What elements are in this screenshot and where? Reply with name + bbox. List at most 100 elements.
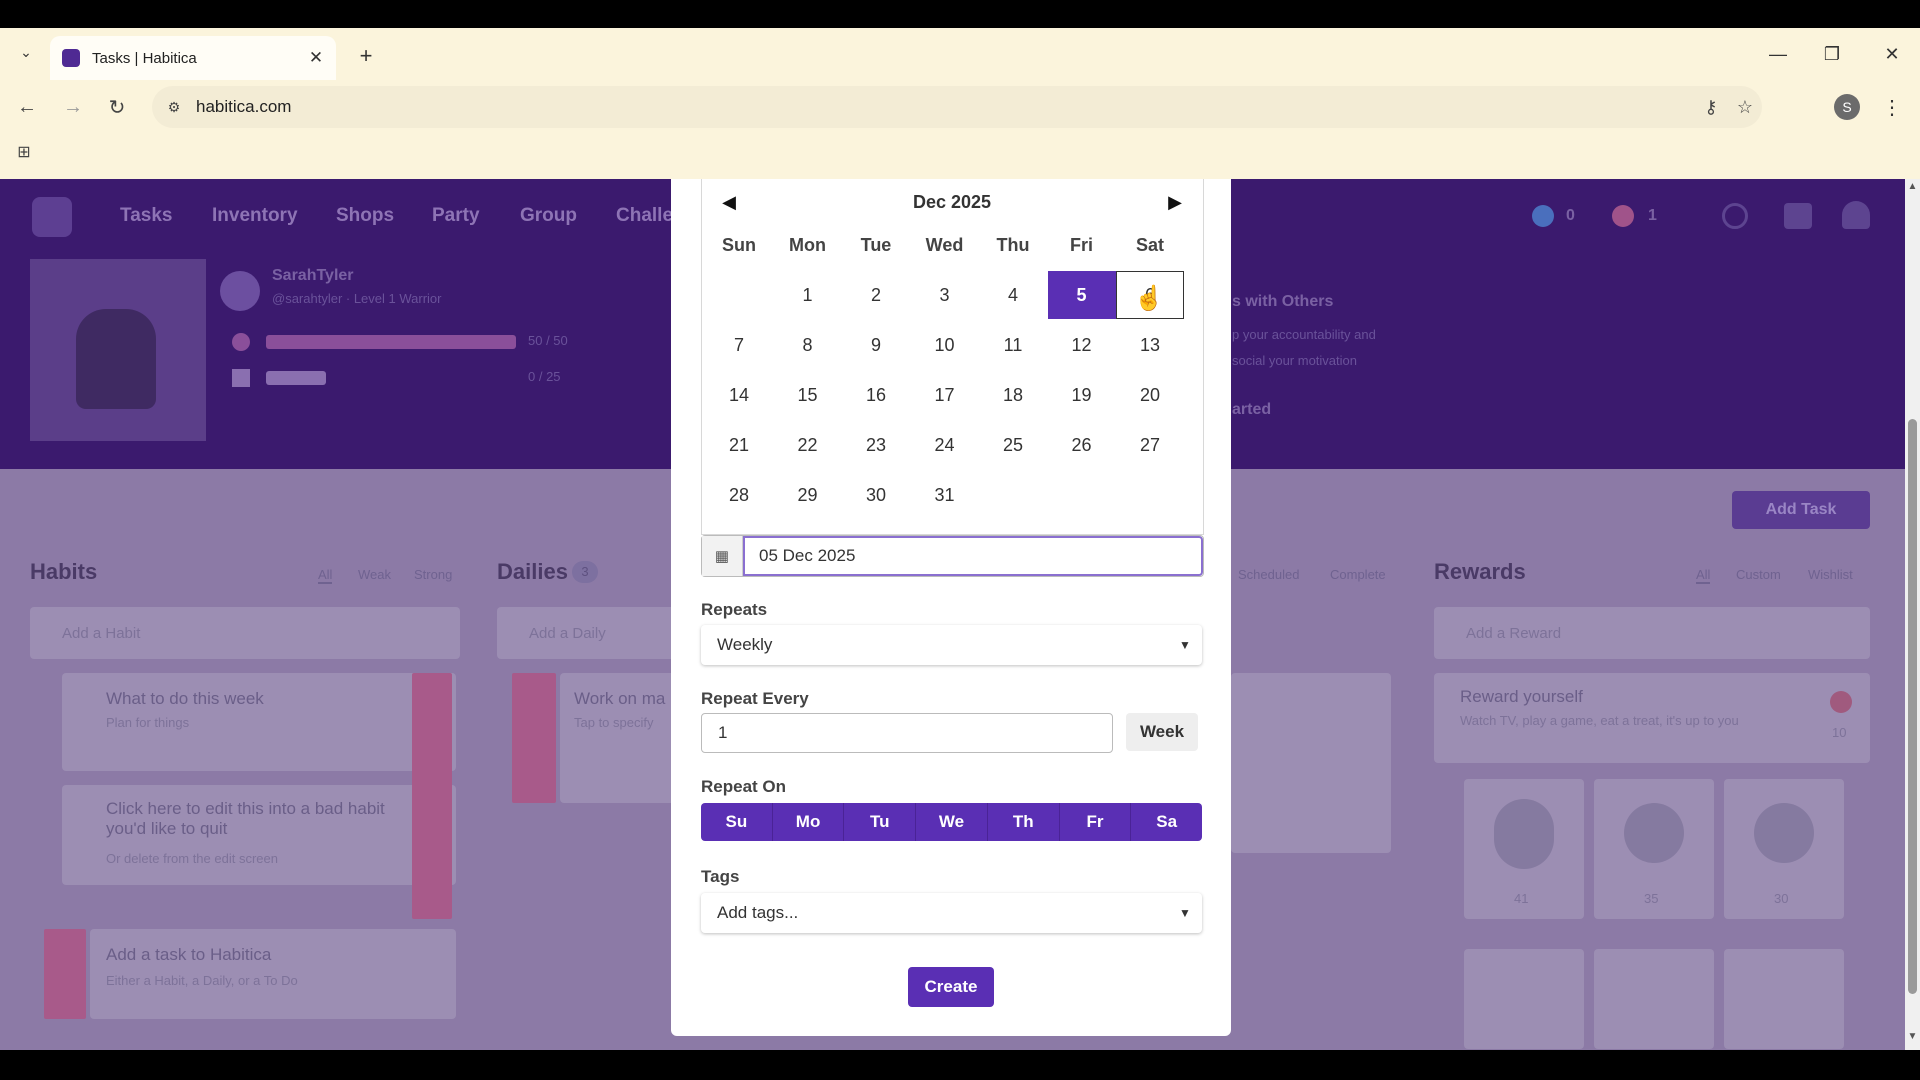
calendar-day[interactable]: 9 <box>842 321 910 369</box>
calendar-day[interactable]: 20 <box>1116 371 1184 419</box>
calendar-day[interactable]: 26 <box>1048 421 1116 469</box>
calendar-day-selected[interactable]: 5 <box>1047 271 1116 319</box>
habit-positive-strip[interactable] <box>44 929 86 1019</box>
user-icon[interactable] <box>1842 201 1870 229</box>
address-bar[interactable]: ⚙ habitica.com ⚷ ☆ <box>152 86 1762 128</box>
habits-filter-weak[interactable]: Weak <box>358 567 391 582</box>
repeat-day-tuesday-toggle[interactable]: Tu <box>844 803 917 841</box>
minimize-icon[interactable]: — <box>1758 38 1798 70</box>
calendar-day[interactable]: 31 <box>911 471 979 519</box>
repeat-every-value[interactable]: 1 <box>718 723 727 743</box>
habit-card[interactable]: Add a task to Habitica Either a Habit, a… <box>90 929 456 1019</box>
calendar-day[interactable]: 21 <box>705 421 773 469</box>
calendar-day[interactable]: 7 <box>705 321 773 369</box>
scrollbar-thumb[interactable] <box>1908 419 1917 994</box>
notifications-icon[interactable] <box>1784 203 1812 229</box>
repeats-select[interactable]: Weekly ▼ <box>701 625 1202 665</box>
create-button[interactable]: Create <box>908 967 994 1007</box>
sync-icon[interactable] <box>1722 203 1748 229</box>
reward-item[interactable] <box>1594 949 1714 1049</box>
calendar-day[interactable]: 18 <box>979 371 1047 419</box>
site-info-tune-icon[interactable]: ⚙ <box>162 99 186 116</box>
start-date-value[interactable]: 05 Dec 2025 <box>743 536 1203 576</box>
repeat-day-monday-toggle[interactable]: Mo <box>772 803 845 841</box>
calendar-day[interactable]: 24 <box>911 421 979 469</box>
profile-avatar[interactable]: S <box>1834 94 1860 120</box>
browser-menu-kebab-icon[interactable]: ⋮ <box>1880 90 1904 124</box>
calendar-day[interactable]: 28 <box>705 471 773 519</box>
dailies-filter-complete[interactable]: Complete <box>1330 567 1386 582</box>
calendar-day[interactable]: 14 <box>705 371 773 419</box>
calendar-day[interactable]: 10 <box>911 321 979 369</box>
promo-cta[interactable]: arted <box>1232 401 1271 419</box>
add-reward-input[interactable]: Add a Reward <box>1434 607 1870 659</box>
calendar-day[interactable]: 11 <box>979 321 1047 369</box>
nav-inventory[interactable]: Inventory <box>212 205 298 227</box>
calendar-day[interactable]: 3 <box>911 271 979 319</box>
calendar-day[interactable]: 1 <box>774 271 842 319</box>
daily-card[interactable]: Work on ma Tap to specify <box>560 673 677 803</box>
nav-group[interactable]: Group <box>520 205 577 227</box>
apps-grid-icon[interactable]: ⊞ <box>12 140 36 164</box>
add-task-button[interactable]: Add Task <box>1732 491 1870 529</box>
prev-month-triangle-left-icon[interactable]: ◀ <box>714 187 744 217</box>
reward-card[interactable]: Reward yourself Watch TV, play a game, e… <box>1434 673 1870 763</box>
calendar-day[interactable]: 22 <box>774 421 842 469</box>
calendar-day[interactable]: 4 <box>979 271 1047 319</box>
calendar-day[interactable]: 15 <box>774 371 842 419</box>
daily-checkbox-strip[interactable] <box>512 673 556 803</box>
calendar-day[interactable]: 16 <box>842 371 910 419</box>
habit-card[interactable]: What to do this week Plan for things <box>62 673 456 771</box>
habit-card[interactable]: Click here to edit this into a bad habit… <box>62 785 456 885</box>
url-text[interactable]: habitica.com <box>196 97 1694 117</box>
reload-icon[interactable]: ↻ <box>100 90 134 124</box>
reward-item[interactable] <box>1464 949 1584 1049</box>
scroll-up-arrow-icon[interactable]: ▲ <box>1905 181 1920 195</box>
next-month-triangle-right-icon[interactable]: ▶ <box>1160 187 1190 217</box>
calendar-day[interactable]: 2 <box>842 271 910 319</box>
restore-icon[interactable]: ❐ <box>1812 38 1852 70</box>
calendar-day[interactable]: 12 <box>1048 321 1116 369</box>
rewards-filter-custom[interactable]: Custom <box>1736 567 1781 582</box>
calendar-day[interactable]: 8 <box>774 321 842 369</box>
calendar-day[interactable]: 19 <box>1048 371 1116 419</box>
close-window-icon[interactable]: ✕ <box>1872 38 1912 70</box>
add-daily-input[interactable]: Add a Daily <box>497 607 677 659</box>
reward-item[interactable] <box>1724 949 1844 1049</box>
browser-tab[interactable]: Tasks | Habitica ✕ <box>50 36 336 80</box>
tags-select[interactable]: Add tags... ▼ <box>701 893 1202 933</box>
calendar-day[interactable]: 23 <box>842 421 910 469</box>
new-tab-plus-icon[interactable]: + <box>352 42 380 70</box>
tab-search-chevron-down-icon[interactable]: ⌄ <box>14 40 38 64</box>
habit-negative-strip[interactable] <box>412 673 452 919</box>
habits-filter-all[interactable]: All <box>318 567 333 584</box>
tab-close-icon[interactable]: ✕ <box>306 48 326 68</box>
add-habit-input[interactable]: Add a Habit <box>30 607 460 659</box>
back-arrow-icon[interactable]: ← <box>10 90 44 124</box>
nav-party[interactable]: Party <box>432 205 480 227</box>
nav-challenges[interactable]: Challe <box>616 205 673 227</box>
calendar-icon[interactable]: ▦ <box>702 536 743 576</box>
repeat-day-wednesday-toggle[interactable]: We <box>916 803 988 841</box>
nav-shops[interactable]: Shops <box>336 205 394 227</box>
rewards-filter-wishlist[interactable]: Wishlist <box>1808 567 1853 582</box>
start-date-field[interactable]: ▦ 05 Dec 2025 <box>701 535 1204 577</box>
repeat-day-friday-toggle[interactable]: Fr <box>1059 803 1132 841</box>
scroll-down-arrow-icon[interactable]: ▼ <box>1905 1031 1920 1045</box>
calendar-day[interactable]: 17 <box>911 371 979 419</box>
repeat-day-saturday-toggle[interactable]: Sa <box>1131 803 1202 841</box>
password-key-icon[interactable]: ⚷ <box>1694 97 1728 118</box>
repeat-day-sunday-toggle[interactable]: Su <box>701 803 773 841</box>
habits-filter-strong[interactable]: Strong <box>414 567 452 582</box>
calendar-day[interactable]: 29 <box>774 471 842 519</box>
nav-tasks[interactable]: Tasks <box>120 205 172 227</box>
repeat-day-thursday-toggle[interactable]: Th <box>987 803 1060 841</box>
page-scrollbar[interactable]: ▲ ▼ <box>1905 179 1920 1050</box>
reward-item[interactable]: 30 <box>1724 779 1844 919</box>
bookmark-star-icon[interactable]: ☆ <box>1728 97 1762 118</box>
forward-arrow-icon[interactable]: → <box>56 90 90 124</box>
rewards-filter-all[interactable]: All <box>1696 567 1711 584</box>
calendar-day[interactable]: 25 <box>979 421 1047 469</box>
todo-card-partial[interactable] <box>1231 673 1391 853</box>
calendar-day[interactable]: 30 <box>842 471 910 519</box>
